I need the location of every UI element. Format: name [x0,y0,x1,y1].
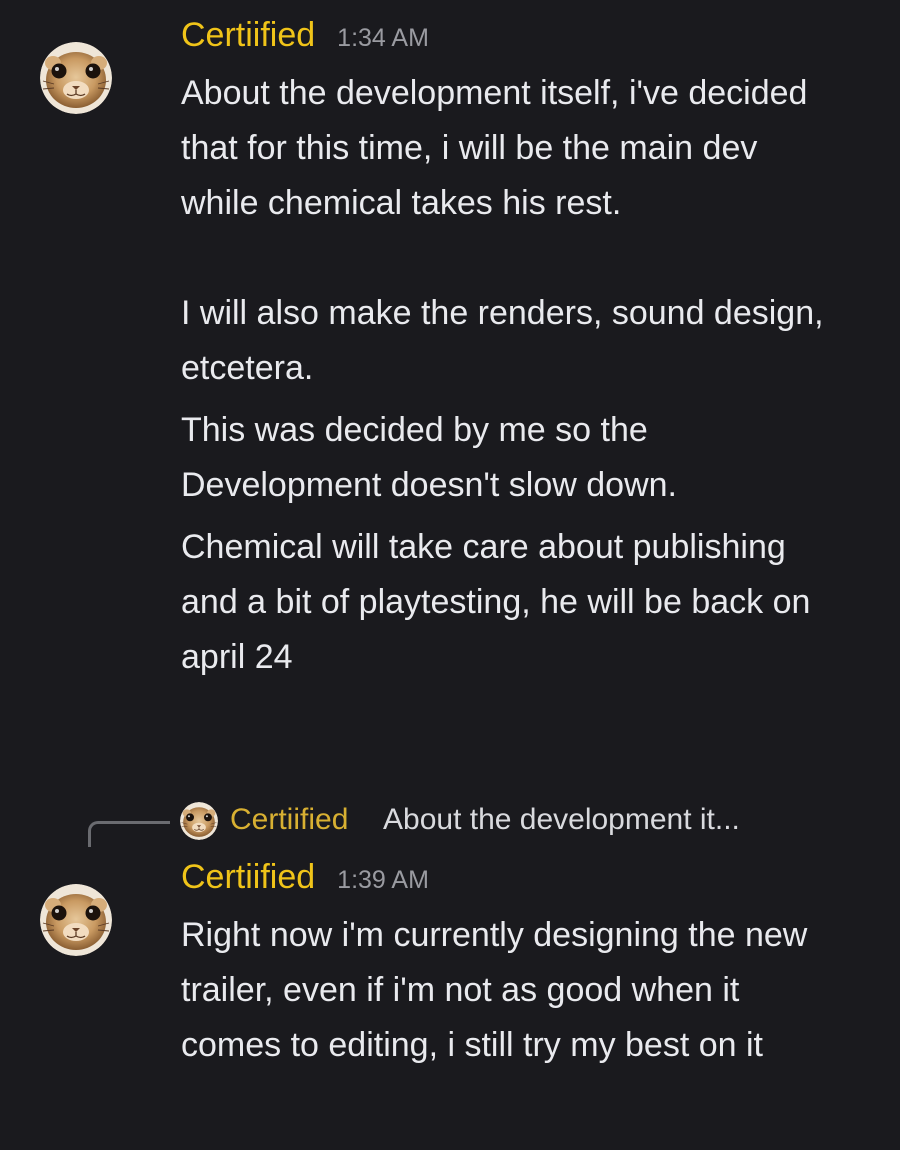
message-content: About the development itself, i've decid… [181,66,841,685]
message-paragraph: About the development itself, i've decid… [181,74,808,222]
reply-connector-line [88,821,170,847]
message-paragraph: Chemical will take care about publishing… [181,528,811,676]
username[interactable]: Certiified [181,16,315,55]
chat-message: Certiified 1:34 AM About the development… [0,0,900,760]
reply-snippet: About the development it... [383,803,740,836]
message-header: Certiified 1:39 AM [181,858,429,897]
reply-reference[interactable]: Certiified About the development it... [0,800,900,847]
message-paragraph: Right now i'm currently designing the ne… [181,916,808,1064]
message-header: Certiified 1:34 AM [181,16,429,55]
user-avatar[interactable] [40,42,112,114]
reply-author: Certiified [230,803,349,836]
message-content: Right now i'm currently designing the ne… [181,908,841,1073]
message-timestamp: 1:34 AM [337,24,429,52]
message-paragraph: This was decided by me so the Developmen… [181,411,677,504]
reply-avatar [180,802,218,840]
message-paragraph: I will also make the renders, sound desi… [181,294,824,387]
message-timestamp: 1:39 AM [337,866,429,894]
username[interactable]: Certiified [181,858,315,897]
chat-message: Certiified About the development it... C… [0,800,900,1150]
user-avatar[interactable] [40,884,112,956]
